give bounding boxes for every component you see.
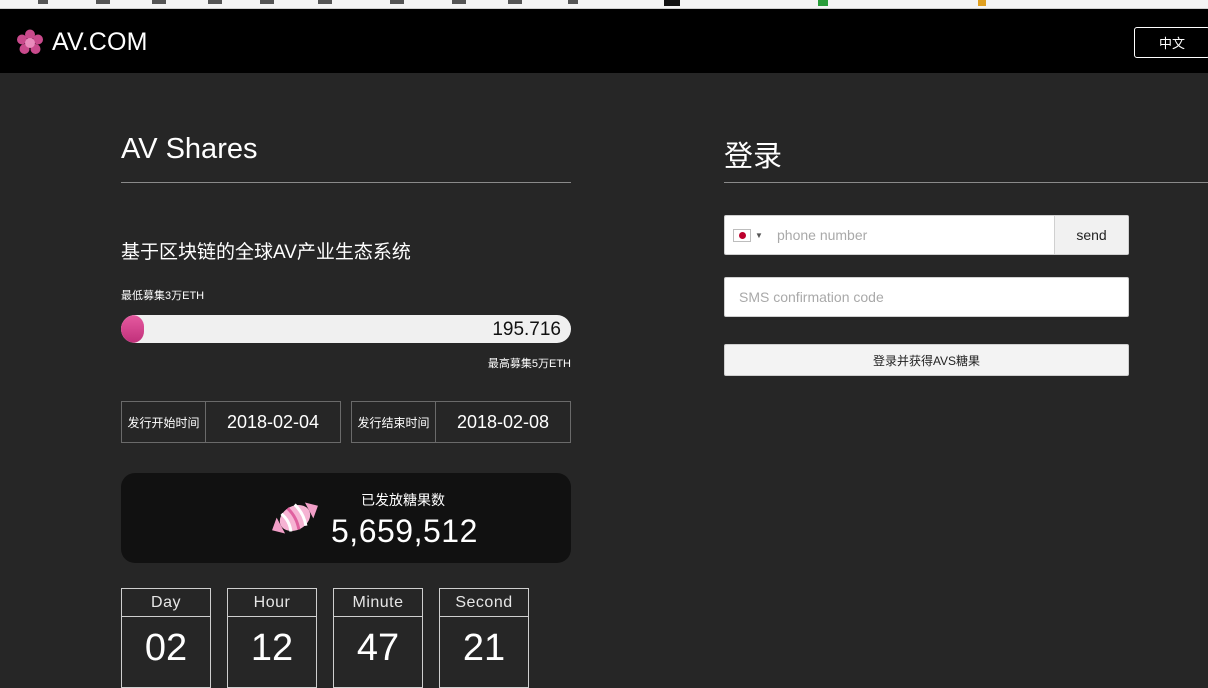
bookmark-tick [568,0,578,4]
candy-count: 5,659,512 [331,513,478,549]
login-divider [724,182,1208,183]
countdown-second-label: Second [440,589,528,617]
login-button[interactable]: 登录并获得AVS糖果 [724,344,1129,376]
bookmark-tick [96,0,110,4]
country-code-select[interactable]: ▼ [725,216,771,254]
progress-fill [121,315,144,343]
countdown-second-value: 21 [462,627,506,669]
site-logo[interactable]: AV.COM [16,28,148,57]
send-code-button[interactable]: send [1054,216,1128,254]
bookmark-tick [664,0,680,6]
bookmark-tick [260,0,274,4]
japan-flag-icon [733,228,752,242]
language-button[interactable]: 中文 [1134,27,1208,58]
bookmark-tick [452,0,466,4]
countdown-day-value: 02 [144,627,188,669]
bookmark-tick [208,0,222,4]
max-raise-label: 最高募集5万ETH [487,358,571,370]
bookmark-tick [38,0,48,4]
bookmark-tick [390,0,404,4]
candy-icon [272,502,318,534]
title-divider [121,182,571,183]
top-navigation-bar: AV.COM 中文 [0,9,1208,73]
fundraising-progress-bar: 195.716 [121,315,571,343]
caret-down-icon: ▼ [755,230,763,240]
tagline: 基于区块链的全球AV产业生态系统 [121,242,411,263]
countdown-second: Second 21 [439,588,529,688]
end-date-value: 2018-02-08 [456,411,550,432]
candy-label: 已发放糖果数 [361,492,445,508]
min-raise-label: 最低募集3万ETH [121,290,205,302]
bookmark-tick [318,0,332,4]
countdown-day-label: Day [122,589,210,617]
countdown-minute-value: 47 [356,627,400,669]
page-title: AV Shares [121,133,258,165]
logo-text: AV.COM [52,28,148,56]
bookmark-tick [508,0,522,4]
sms-code-input[interactable] [724,277,1129,317]
end-date-box: 发行结束时间 2018-02-08 [351,401,571,443]
bookmark-tick [152,0,166,4]
start-date-label: 发行开始时间 [122,402,206,442]
countdown-day: Day 02 [121,588,211,688]
phone-number-input[interactable] [771,216,1054,254]
countdown-hour: Hour 12 [227,588,317,688]
start-date-value: 2018-02-04 [226,411,320,432]
login-title: 登录 [724,141,783,173]
countdown-hour-label: Hour [228,589,316,617]
countdown-minute: Minute 47 [333,588,423,688]
end-date-label: 发行结束时间 [352,402,436,442]
countdown-hour-value: 12 [250,627,294,669]
bookmark-tick [978,0,986,6]
flower-icon [17,29,43,54]
phone-field-group: ▼ send [724,215,1129,255]
start-date-box: 发行开始时间 2018-02-04 [121,401,341,443]
candy-stats-panel: 已发放糖果数 5,659,512 [121,473,571,563]
progress-value: 195.716 [492,319,561,340]
bookmarks-bar [0,0,1208,9]
bookmark-tick [818,0,828,6]
countdown-minute-label: Minute [334,589,422,617]
